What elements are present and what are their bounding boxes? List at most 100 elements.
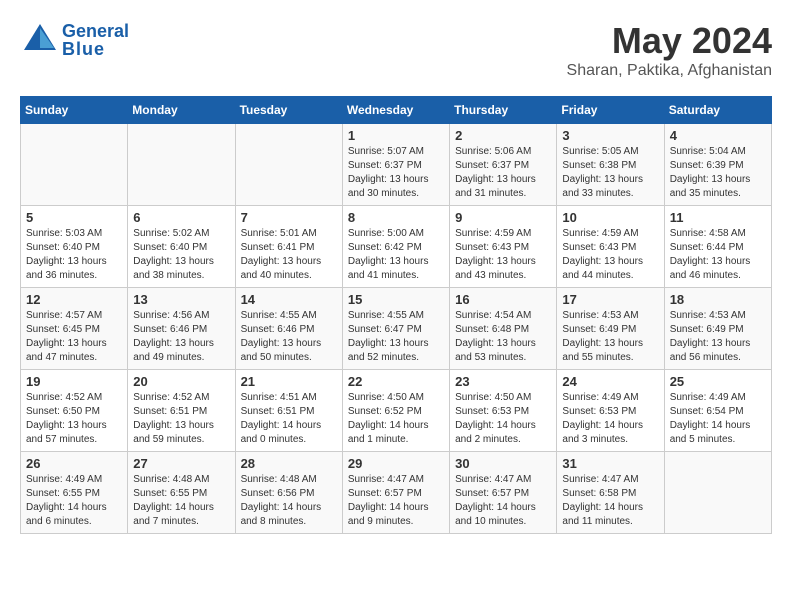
month-year-title: May 2024 [567,20,772,62]
header-day-wednesday: Wednesday [342,97,449,124]
day-info: Sunrise: 5:02 AM Sunset: 6:40 PM Dayligh… [133,227,229,283]
header-day-tuesday: Tuesday [235,97,342,124]
day-cell: 4 Sunrise: 5:04 AM Sunset: 6:39 PM Daylig… [664,124,771,206]
day-info: Sunrise: 5:03 AM Sunset: 6:40 PM Dayligh… [26,227,122,283]
day-info: Sunrise: 4:49 AM Sunset: 6:55 PM Dayligh… [26,473,122,529]
day-info: Sunrise: 5:04 AM Sunset: 6:39 PM Dayligh… [670,145,766,201]
page-header: General Blue May 2024 Sharan, Paktika, A… [20,20,772,80]
day-cell: 17 Sunrise: 4:53 AM Sunset: 6:49 PM Dayli… [557,288,664,370]
day-info: Sunrise: 4:55 AM Sunset: 6:46 PM Dayligh… [241,309,337,365]
day-number: 31 [562,456,658,471]
header-day-friday: Friday [557,97,664,124]
day-info: Sunrise: 4:53 AM Sunset: 6:49 PM Dayligh… [670,309,766,365]
header-row: SundayMondayTuesdayWednesdayThursdayFrid… [21,97,772,124]
location-subtitle: Sharan, Paktika, Afghanistan [567,62,772,80]
day-info: Sunrise: 4:48 AM Sunset: 6:55 PM Dayligh… [133,473,229,529]
day-number: 4 [670,128,766,143]
day-cell: 19 Sunrise: 4:52 AM Sunset: 6:50 PM Dayli… [21,370,128,452]
week-row-2: 5 Sunrise: 5:03 AM Sunset: 6:40 PM Daylig… [21,206,772,288]
day-info: Sunrise: 4:55 AM Sunset: 6:47 PM Dayligh… [348,309,444,365]
title-section: May 2024 Sharan, Paktika, Afghanistan [567,20,772,80]
day-info: Sunrise: 5:01 AM Sunset: 6:41 PM Dayligh… [241,227,337,283]
day-cell: 23Sunrise: 4:50 AM Sunset: 6:53 PM Dayli… [450,370,557,452]
day-number: 29 [348,456,444,471]
day-number: 11 [670,210,766,225]
header-day-sunday: Sunday [21,97,128,124]
day-number: 17 [562,292,658,307]
day-number: 12 [26,292,122,307]
day-number: 16 [455,292,551,307]
day-info: Sunrise: 4:52 AM Sunset: 6:50 PM Dayligh… [26,391,122,447]
day-number: 15 [348,292,444,307]
day-cell: 1Sunrise: 5:07 AM Sunset: 6:37 PM Daylig… [342,124,449,206]
day-info: Sunrise: 4:51 AM Sunset: 6:51 PM Dayligh… [241,391,337,447]
day-cell: 27 Sunrise: 4:48 AM Sunset: 6:55 PM Dayli… [128,452,235,534]
day-cell: 25Sunrise: 4:49 AM Sunset: 6:54 PM Dayli… [664,370,771,452]
day-cell: 7 Sunrise: 5:01 AM Sunset: 6:41 PM Daylig… [235,206,342,288]
day-cell: 9 Sunrise: 4:59 AM Sunset: 6:43 PM Daylig… [450,206,557,288]
day-cell [21,124,128,206]
day-cell: 2Sunrise: 5:06 AM Sunset: 6:37 PM Daylig… [450,124,557,206]
day-number: 19 [26,374,122,389]
day-cell: 31 Sunrise: 4:47 AM Sunset: 6:58 PM Dayli… [557,452,664,534]
day-info: Sunrise: 4:58 AM Sunset: 6:44 PM Dayligh… [670,227,766,283]
header-day-saturday: Saturday [664,97,771,124]
day-number: 26 [26,456,122,471]
day-info: Sunrise: 4:57 AM Sunset: 6:45 PM Dayligh… [26,309,122,365]
day-cell: 10Sunrise: 4:59 AM Sunset: 6:43 PM Dayli… [557,206,664,288]
day-number: 24 [562,374,658,389]
day-info: Sunrise: 4:47 AM Sunset: 6:58 PM Dayligh… [562,473,658,529]
day-info: Sunrise: 5:00 AM Sunset: 6:42 PM Dayligh… [348,227,444,283]
week-row-3: 12 Sunrise: 4:57 AM Sunset: 6:45 PM Dayli… [21,288,772,370]
day-number: 1 [348,128,444,143]
day-info: Sunrise: 4:59 AM Sunset: 6:43 PM Dayligh… [455,227,551,283]
day-info: Sunrise: 5:05 AM Sunset: 6:38 PM Dayligh… [562,145,658,201]
calendar-table: SundayMondayTuesdayWednesdayThursdayFrid… [20,96,772,534]
day-number: 21 [241,374,337,389]
week-row-1: 1Sunrise: 5:07 AM Sunset: 6:37 PM Daylig… [21,124,772,206]
day-info: Sunrise: 4:52 AM Sunset: 6:51 PM Dayligh… [133,391,229,447]
day-info: Sunrise: 4:59 AM Sunset: 6:43 PM Dayligh… [562,227,658,283]
day-number: 28 [241,456,337,471]
day-cell: 15 Sunrise: 4:55 AM Sunset: 6:47 PM Dayli… [342,288,449,370]
day-info: Sunrise: 4:53 AM Sunset: 6:49 PM Dayligh… [562,309,658,365]
day-cell: 6Sunrise: 5:02 AM Sunset: 6:40 PM Daylig… [128,206,235,288]
logo: General Blue [20,20,129,60]
day-cell [235,124,342,206]
logo-blue-text: Blue [62,40,129,58]
week-row-5: 26 Sunrise: 4:49 AM Sunset: 6:55 PM Dayli… [21,452,772,534]
day-info: Sunrise: 4:47 AM Sunset: 6:57 PM Dayligh… [455,473,551,529]
day-cell: 26 Sunrise: 4:49 AM Sunset: 6:55 PM Dayli… [21,452,128,534]
day-cell: 3 Sunrise: 5:05 AM Sunset: 6:38 PM Daylig… [557,124,664,206]
day-cell: 29Sunrise: 4:47 AM Sunset: 6:57 PM Dayli… [342,452,449,534]
day-cell: 13Sunrise: 4:56 AM Sunset: 6:46 PM Dayli… [128,288,235,370]
day-number: 22 [348,374,444,389]
day-number: 23 [455,374,551,389]
week-row-4: 19 Sunrise: 4:52 AM Sunset: 6:50 PM Dayli… [21,370,772,452]
day-number: 7 [241,210,337,225]
calendar-body: 1Sunrise: 5:07 AM Sunset: 6:37 PM Daylig… [21,124,772,534]
day-number: 3 [562,128,658,143]
day-number: 9 [455,210,551,225]
header-day-monday: Monday [128,97,235,124]
day-cell: 30Sunrise: 4:47 AM Sunset: 6:57 PM Dayli… [450,452,557,534]
day-cell: 14 Sunrise: 4:55 AM Sunset: 6:46 PM Dayli… [235,288,342,370]
day-cell: 5 Sunrise: 5:03 AM Sunset: 6:40 PM Daylig… [21,206,128,288]
day-cell: 24 Sunrise: 4:49 AM Sunset: 6:53 PM Dayli… [557,370,664,452]
day-info: Sunrise: 4:54 AM Sunset: 6:48 PM Dayligh… [455,309,551,365]
day-cell: 21 Sunrise: 4:51 AM Sunset: 6:51 PM Dayli… [235,370,342,452]
day-info: Sunrise: 5:06 AM Sunset: 6:37 PM Dayligh… [455,145,551,201]
day-cell: 8 Sunrise: 5:00 AM Sunset: 6:42 PM Daylig… [342,206,449,288]
day-number: 13 [133,292,229,307]
day-info: Sunrise: 4:49 AM Sunset: 6:53 PM Dayligh… [562,391,658,447]
day-number: 5 [26,210,122,225]
logo-general-text: General [62,22,129,40]
day-cell [664,452,771,534]
day-number: 8 [348,210,444,225]
day-number: 25 [670,374,766,389]
day-cell: 28Sunrise: 4:48 AM Sunset: 6:56 PM Dayli… [235,452,342,534]
day-cell: 11 Sunrise: 4:58 AM Sunset: 6:44 PM Dayli… [664,206,771,288]
day-number: 14 [241,292,337,307]
day-number: 27 [133,456,229,471]
day-cell: 12 Sunrise: 4:57 AM Sunset: 6:45 PM Dayli… [21,288,128,370]
